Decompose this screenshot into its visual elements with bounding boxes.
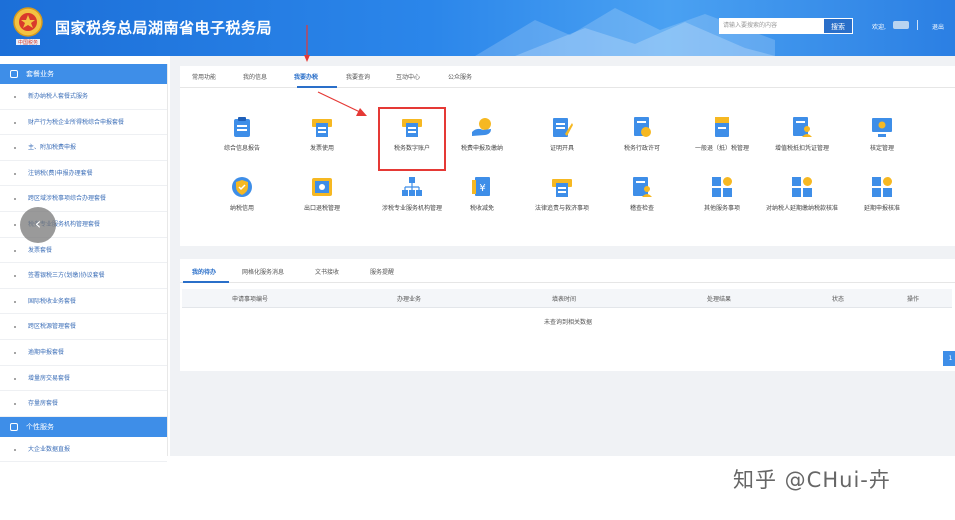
func-comprehensive-report[interactable]: 综合信息报告 [202,116,282,153]
func-vat-voucher[interactable]: 增值税抵扣凭证管理 [762,116,842,153]
logout-link[interactable]: 退出 [932,22,944,31]
func-inspection[interactable]: 稽查检查 [602,176,682,213]
header-divider [917,20,918,30]
grid-tiles-icon [872,177,892,197]
sidebar-item-bank-agreement[interactable]: 签署银税三方(划缴)协议套餐 [0,263,167,289]
tax-emblem-icon: 中国税务 [13,7,43,46]
site-header: 中国税务 国家税务总局湖南省电子税务局 请输入要搜索的内容 搜索 欢迎, 退出 [0,0,955,56]
tab-do-tax[interactable]: 我要办税 [294,72,318,81]
func-assessment[interactable]: 核定管理 [842,116,922,153]
func-export-refund[interactable]: 出口退税管理 [282,176,362,213]
highlight-box [378,107,446,171]
sidebar-item-international[interactable]: 国际税收业务套餐 [0,289,167,315]
collapse-sidebar-button[interactable]: ‹ [20,207,56,243]
sidebar-item-invoice[interactable]: 发票套餐 [0,238,167,264]
empty-message: 未查询到相关数据 [543,319,592,326]
sidebar-item-cross-region[interactable]: 跨区域涉税事项综合办理套餐 [0,186,167,212]
inspection-person-icon [633,177,652,197]
func-tax-relief[interactable]: ¥ 税收减免 [442,176,522,213]
pagination-page[interactable]: 1 [943,351,955,366]
func-deferred-payment[interactable]: 对纳税人延期缴纳税款核准 [762,176,842,213]
credit-shield-icon [232,177,252,197]
sidebar-item-new-house[interactable]: 增量房交易套餐 [0,366,167,392]
col-business: 办理业务 [397,296,422,303]
col-request-id: 申请事项编号 [232,296,269,303]
todo-panel: 我的待办 网格化服务消息 文书接收 服务提醒 申请事项编号 办理业务 填表时间 … [180,259,955,371]
col-fill-time: 填表时间 [552,296,577,303]
grid-tiles-icon [712,177,732,197]
todo-table-header: 申请事项编号 办理业务 填表时间 处理结果 状态 操作 [182,289,952,308]
clipboard-icon [234,117,250,137]
sidebar-item-overdue[interactable]: 逾期申报套餐 [0,340,167,366]
sidebar-section-package[interactable]: 套餐业务 [0,64,167,84]
func-deferred-declaration[interactable]: 延期申报核准 [842,176,922,213]
sidebar-section-label: 套餐业务 [26,70,54,78]
func-tax-credit[interactable]: 纳税信用 [202,176,282,213]
username-redacted [893,21,909,29]
monitor-gear-icon [872,118,892,137]
law-doc-icon [552,179,572,197]
sidebar-item-main-tax[interactable]: 主、附加税费申报 [0,135,167,161]
tab-common[interactable]: 常用功能 [192,72,216,81]
sidebar-section-label: 个性服务 [26,422,54,431]
sidebar-item-tax-source[interactable]: 跨区税源管理套餐 [0,314,167,340]
func-admin-license[interactable]: 税务行政许可 [602,116,682,153]
search-input[interactable]: 请输入要搜索的内容 [719,18,823,34]
watermark: 知乎 @CHui-卉 [733,468,891,492]
active-tab-underline [297,86,337,88]
func-service-org-mgmt[interactable]: 涉税专业服务机构管理 [372,176,452,213]
certificate-pen-icon [553,118,573,137]
org-chart-icon [402,177,422,196]
license-badge-icon [634,117,651,137]
tab-query[interactable]: 我要查询 [346,72,370,81]
col-result: 处理结果 [707,296,732,303]
tab-interaction[interactable]: 互动中心 [396,72,420,81]
tab-public[interactable]: 公众服务 [448,72,472,81]
voucher-person-icon [793,117,812,137]
col-action: 操作 [907,296,920,303]
export-refund-icon [312,178,332,196]
function-panel: 常用功能 我的信息 我要办税 我要查询 互动中心 公众服务 综合信息报告 发票使… [180,66,955,246]
sidebar-item-deregister[interactable]: 注销税(费)申报办理套餐 [0,161,167,187]
package-icon [10,70,18,78]
sidebar-item-new-taxpayer[interactable]: 新办纳税人套餐式服务 [0,84,167,110]
tab-grid-messages[interactable]: 网格化服务消息 [242,267,284,276]
hand-coin-icon [472,118,491,136]
invoice-printer-icon [312,119,332,137]
svg-text:中国税务: 中国税务 [18,39,38,46]
tab-doc-receive[interactable]: 文书接收 [315,267,339,276]
grid-tiles-icon [792,177,812,197]
active-tab-underline [183,281,229,283]
svg-text:¥: ¥ [479,183,485,194]
tab-my-todo[interactable]: 我的待办 [192,267,216,276]
tab-service-reminder[interactable]: 服务提醒 [370,267,394,276]
tab-my-info[interactable]: 我的信息 [243,72,267,81]
welcome-text: 欢迎, [872,24,886,31]
refund-book-icon [715,117,729,137]
grid-icon [10,422,18,431]
sidebar: 套餐业务 新办纳税人套餐式服务 财产行为税企业所得税综合申报套餐 主、附加税费申… [0,64,168,463]
sidebar-item-property-tax[interactable]: 财产行为税企业所得税综合申报套餐 [0,110,167,136]
func-certificate[interactable]: 证明开具 [522,116,602,153]
todo-tabs: 我的待办 网格化服务消息 文书接收 服务提醒 [180,259,955,283]
func-legal-remedy[interactable]: 法律追责与救济事项 [522,176,602,213]
func-invoice-use[interactable]: 发票使用 [282,116,362,153]
sidebar-section-personal[interactable]: 个性服务 [0,416,167,437]
sidebar-item-old-house[interactable]: 存量房套餐 [0,391,167,417]
search-button[interactable]: 搜索 [823,18,853,34]
site-title: 国家税务总局湖南省电子税务局 [55,19,273,37]
func-tax-declare-pay[interactable]: 税费申报及缴纳 [442,116,522,153]
yen-doc-icon: ¥ [472,177,490,196]
main-tabs: 常用功能 我的信息 我要办税 我要查询 互动中心 公众服务 [180,66,955,88]
sidebar-item-enterprise-data[interactable]: 大企业数据直报 [0,437,167,463]
main-content: 常用功能 我的信息 我要办税 我要查询 互动中心 公众服务 综合信息报告 发票使… [170,56,955,456]
func-other-services[interactable]: 其他服务事项 [682,176,762,213]
func-general-refund[interactable]: 一般退（抵）税管理 [682,116,762,153]
col-status: 状态 [832,296,845,303]
